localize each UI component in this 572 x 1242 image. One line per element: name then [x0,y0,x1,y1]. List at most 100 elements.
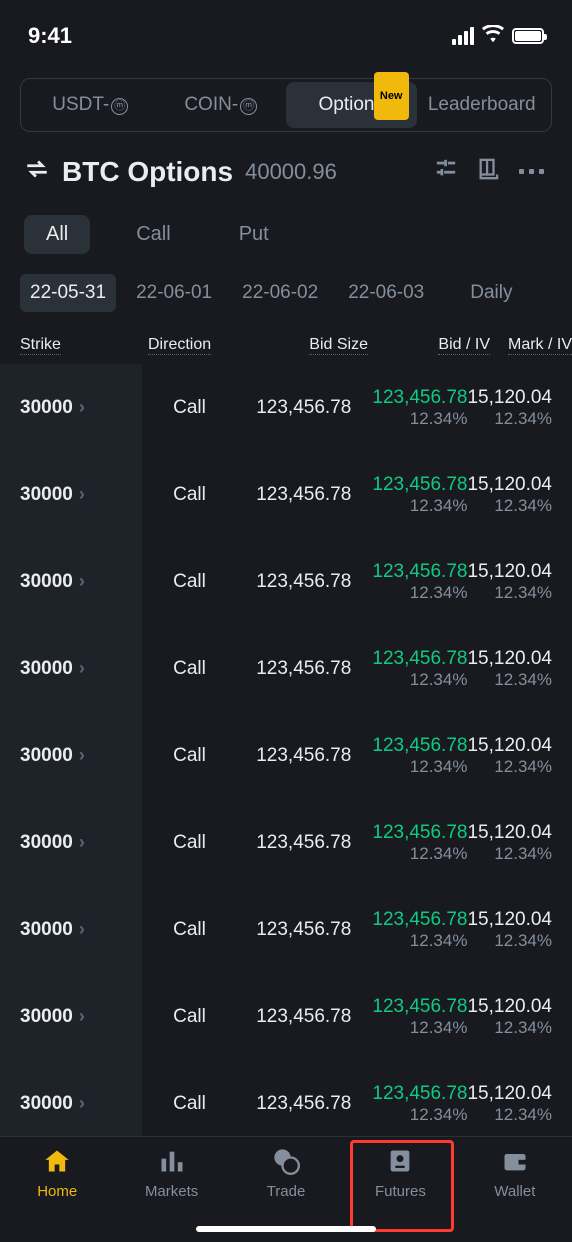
tab-options[interactable]: New Options [286,82,417,128]
bidsize-cell: 123,456.78 [237,484,351,506]
nav-label: Home [37,1183,77,1200]
m-icon: ⓜ [240,98,257,115]
bidiv-cell: 123,456.7812.34% [351,648,467,690]
trade-icon [270,1145,302,1177]
direction-cell: Call [142,397,237,419]
tab-label: COIN- [184,94,238,115]
tab-usdt-m[interactable]: USDT-ⓜ [25,82,156,128]
filter-put[interactable]: Put [217,215,291,254]
chevron-right-icon: › [79,658,85,679]
pair-price: 40000.96 [245,159,337,185]
tab-label: USDT- [52,94,109,115]
bidsize-cell: 123,456.78 [237,571,351,593]
filter-row: All Call Put [0,199,572,254]
strike-cell[interactable]: 30000› [0,799,142,886]
table-row[interactable]: 30000›Call123,456.78123,456.7812.34%15,1… [0,538,572,625]
tab-coin-m[interactable]: COIN-ⓜ [156,82,287,128]
markiv-cell: 15,120.0412.34% [467,1083,552,1125]
chevron-right-icon: › [79,919,85,940]
markiv-cell: 15,120.0412.34% [467,474,552,516]
chevron-right-icon: › [79,745,85,766]
home-icon [41,1145,73,1177]
direction-cell: Call [142,658,237,680]
chevron-right-icon: › [79,397,85,418]
direction-cell: Call [142,919,237,941]
markiv-cell: 15,120.0412.34% [467,909,552,951]
header-row: BTC Options 40000.96 [0,132,572,199]
bidiv-cell: 123,456.7812.34% [351,1083,467,1125]
options-table[interactable]: 30000›Call123,456.78123,456.7812.34%15,1… [0,364,572,1147]
nav-label: Markets [145,1183,198,1200]
date-item[interactable]: 22-06-02 [232,274,328,312]
filter-all[interactable]: All [24,215,90,254]
table-row[interactable]: 30000›Call123,456.78123,456.7812.34%15,1… [0,886,572,973]
nav-home[interactable]: Home [0,1145,114,1242]
col-bidiv[interactable]: Bid / IV [368,336,490,354]
filter-call[interactable]: Call [114,215,192,254]
date-item[interactable]: Daily [460,274,522,312]
col-strike[interactable]: Strike [20,336,148,354]
home-indicator [196,1226,376,1232]
sliders-icon[interactable] [431,154,461,189]
table-row[interactable]: 30000›Call123,456.78123,456.7812.34%15,1… [0,1060,572,1147]
date-item[interactable]: 22-06-01 [126,274,222,312]
swap-icon[interactable] [24,156,50,187]
bidiv-cell: 123,456.7812.34% [351,909,467,951]
date-row[interactable]: 22-05-31 22-06-01 22-06-02 22-06-03 Dail… [0,254,572,312]
table-row[interactable]: 30000›Call123,456.78123,456.7812.34%15,1… [0,451,572,538]
chevron-right-icon: › [79,1006,85,1027]
date-item[interactable]: 22-05-31 [20,274,116,312]
markiv-cell: 15,120.0412.34% [467,735,552,777]
strike-cell[interactable]: 30000› [0,1060,142,1147]
bidiv-cell: 123,456.7812.34% [351,822,467,864]
strike-cell[interactable]: 30000› [0,538,142,625]
direction-cell: Call [142,832,237,854]
strike-cell[interactable]: 30000› [0,973,142,1060]
bidsize-cell: 123,456.78 [237,397,351,419]
battery-icon [512,28,544,44]
table-row[interactable]: 30000›Call123,456.78123,456.7812.34%15,1… [0,712,572,799]
bidsize-cell: 123,456.78 [237,832,351,854]
strike-cell[interactable]: 30000› [0,712,142,799]
calculator-icon[interactable] [473,154,503,189]
markiv-cell: 15,120.0412.34% [467,648,552,690]
markiv-cell: 15,120.0412.34% [467,561,552,603]
strike-cell[interactable]: 30000› [0,625,142,712]
table-header: Strike Direction Bid Size Bid / IV Mark … [0,312,572,364]
table-row[interactable]: 30000›Call123,456.78123,456.7812.34%15,1… [0,625,572,712]
futures-icon [384,1145,416,1177]
markiv-cell: 15,120.0412.34% [467,822,552,864]
status-icons [452,25,544,48]
bidsize-cell: 123,456.78 [237,745,351,767]
chevron-right-icon: › [79,1093,85,1114]
wallet-icon [499,1145,531,1177]
col-markiv[interactable]: Mark / IV [490,336,572,354]
markiv-cell: 15,120.0412.34% [467,387,552,429]
bidiv-cell: 123,456.7812.34% [351,474,467,516]
bidsize-cell: 123,456.78 [237,658,351,680]
strike-cell[interactable]: 30000› [0,364,142,451]
signal-icon [452,27,474,45]
nav-wallet[interactable]: Wallet [458,1145,572,1242]
col-bidsize[interactable]: Bid Size [248,336,368,354]
bidiv-cell: 123,456.7812.34% [351,735,467,777]
pair-title[interactable]: BTC Options [62,156,233,188]
table-row[interactable]: 30000›Call123,456.78123,456.7812.34%15,1… [0,799,572,886]
table-row[interactable]: 30000›Call123,456.78123,456.7812.34%15,1… [0,973,572,1060]
strike-cell[interactable]: 30000› [0,886,142,973]
nav-label: Wallet [494,1183,535,1200]
nav-label: Futures [375,1183,426,1200]
bottom-nav: Home Markets Trade Futures Wallet [0,1136,572,1242]
tab-leaderboard[interactable]: Leaderboard [417,82,548,128]
chevron-right-icon: › [79,832,85,853]
strike-cell[interactable]: 30000› [0,451,142,538]
more-icon[interactable] [515,165,548,178]
table-row[interactable]: 30000›Call123,456.78123,456.7812.34%15,1… [0,364,572,451]
tab-label: Leaderboard [428,94,536,115]
col-direction[interactable]: Direction [148,336,248,354]
date-item[interactable]: 22-06-03 [338,274,434,312]
m-icon: ⓜ [111,98,128,115]
top-tabs: USDT-ⓜ COIN-ⓜ New Options Leaderboard [20,78,552,132]
status-time: 9:41 [28,23,72,49]
chevron-right-icon: › [79,571,85,592]
